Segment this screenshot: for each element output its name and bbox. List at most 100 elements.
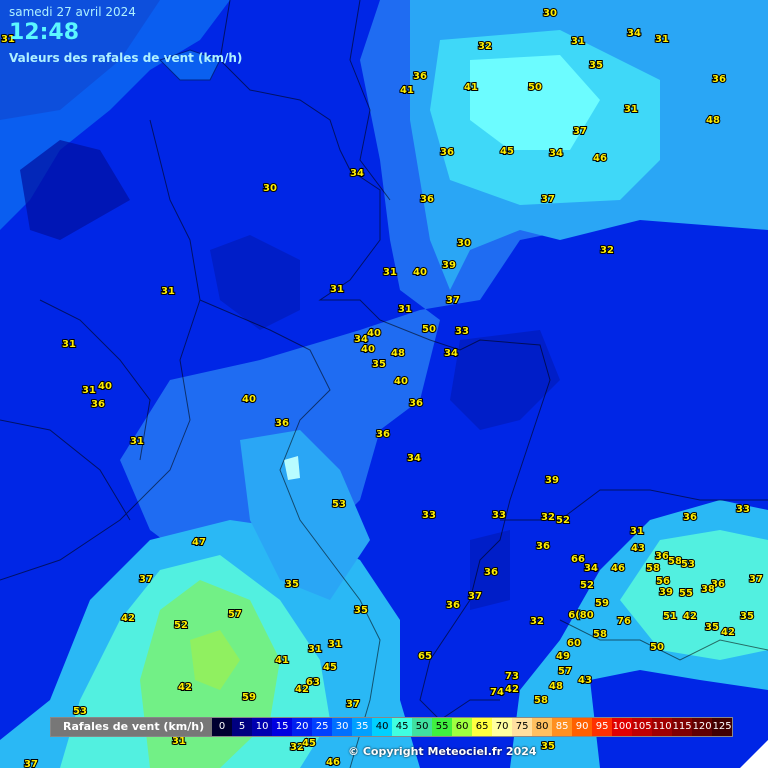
station-value: 45: [323, 662, 337, 673]
station-value: 33: [492, 510, 506, 521]
station-value: 52: [556, 515, 570, 526]
station-value: 37: [446, 295, 460, 306]
station-value: 65: [418, 651, 432, 662]
station-value: 45: [500, 146, 514, 157]
station-value: 41: [464, 82, 478, 93]
station-value: 73: [505, 671, 519, 682]
station-value: 42: [295, 684, 309, 695]
legend-cell: 25: [312, 718, 333, 736]
station-value: 36: [275, 418, 289, 429]
legend-cell: 40: [372, 718, 393, 736]
station-value: 34: [584, 563, 598, 574]
legend-cell: 50: [412, 718, 433, 736]
station-value: 58: [646, 563, 660, 574]
legend-cell: 0: [212, 718, 233, 736]
station-value: 45: [302, 738, 316, 749]
station-value: 57: [558, 666, 572, 677]
station-value: 52: [174, 620, 188, 631]
station-value: 30: [263, 183, 277, 194]
legend-cell: 15: [272, 718, 293, 736]
station-value: 58: [593, 629, 607, 640]
station-value: 31: [172, 736, 186, 747]
station-value: 34: [350, 168, 364, 179]
station-value: 36: [683, 512, 697, 523]
station-value: 31: [383, 267, 397, 278]
station-value: 47: [192, 537, 206, 548]
station-value: 34: [627, 28, 641, 39]
station-value: 42: [721, 627, 735, 638]
wind-gust-map: 31 30 32 31 34 31 35 36 41 41 50 36 31 48 37 36 45 34 46 34…: [0, 0, 768, 768]
station-value: 39: [545, 475, 559, 486]
station-value: 53: [332, 499, 346, 510]
station-value: 31: [571, 36, 585, 47]
station-value: 35: [705, 622, 719, 633]
station-value: 33: [455, 326, 469, 337]
station-value: 31: [161, 286, 175, 297]
station-value: 38: [701, 584, 715, 595]
station-value: 42: [121, 613, 135, 624]
station-value: 36: [420, 194, 434, 205]
station-value: 35: [372, 359, 386, 370]
station-value: 31: [330, 284, 344, 295]
station-value: 35: [541, 741, 555, 752]
station-value: 35: [589, 60, 603, 71]
station-value: 31: [630, 526, 644, 537]
station-value: 43: [578, 675, 592, 686]
station-value: 66: [571, 554, 585, 565]
station-value: 32: [530, 616, 544, 627]
station-value: 34: [444, 348, 458, 359]
station-value: 58: [668, 556, 682, 567]
station-value: 31: [130, 436, 144, 447]
station-value: 50: [528, 82, 542, 93]
station-value: 35: [354, 605, 368, 616]
legend-cell: 125: [712, 718, 733, 736]
legend-cell: 30: [332, 718, 353, 736]
legend-cell: 70: [492, 718, 513, 736]
station-value: 74: [490, 687, 504, 698]
map-date: samedi 27 avril 2024: [9, 5, 136, 19]
station-value: 60: [567, 638, 581, 649]
station-value: 31: [655, 34, 669, 45]
station-value: 37: [139, 574, 153, 585]
station-value: 50: [422, 324, 436, 335]
station-value: 37: [749, 574, 763, 585]
station-value: 30: [457, 238, 471, 249]
station-value: 40: [367, 328, 381, 339]
legend-cell: 35: [352, 718, 373, 736]
station-value: 34: [549, 148, 563, 159]
station-value: 48: [549, 681, 563, 692]
station-value: 36: [409, 398, 423, 409]
legend-cell: 10: [252, 718, 273, 736]
legend-cell: 45: [392, 718, 413, 736]
station-value: 76: [617, 616, 631, 627]
station-value: 37: [468, 591, 482, 602]
station-value: 36: [446, 600, 460, 611]
station-value: 31: [308, 644, 322, 655]
station-value: 39: [659, 587, 673, 598]
legend-cell: 115: [672, 718, 693, 736]
station-value: 36: [440, 147, 454, 158]
legend-cell: 65: [472, 718, 493, 736]
station-value: 57: [228, 609, 242, 620]
station-value: 53: [681, 559, 695, 570]
station-value: 39: [442, 260, 456, 271]
station-value: 36: [536, 541, 550, 552]
station-value: 41: [400, 85, 414, 96]
station-value: 36: [484, 567, 498, 578]
station-value: 32: [541, 512, 555, 523]
station-value: 46: [326, 757, 340, 768]
station-value: 34: [407, 453, 421, 464]
station-value: 36: [413, 71, 427, 82]
legend-cell: 5: [232, 718, 253, 736]
station-value: 53: [73, 706, 87, 717]
station-value: 31: [328, 639, 342, 650]
copyright-text: © Copyright Meteociel.fr 2024: [348, 745, 537, 758]
station-value: 36: [376, 429, 390, 440]
station-value: 37: [346, 699, 360, 710]
legend-cell: 100: [612, 718, 633, 736]
station-value: 6(80: [568, 610, 593, 621]
legend-cell: 90: [572, 718, 593, 736]
station-value: 51: [663, 611, 677, 622]
legend-cell: 95: [592, 718, 613, 736]
legend-cell: 105: [632, 718, 653, 736]
